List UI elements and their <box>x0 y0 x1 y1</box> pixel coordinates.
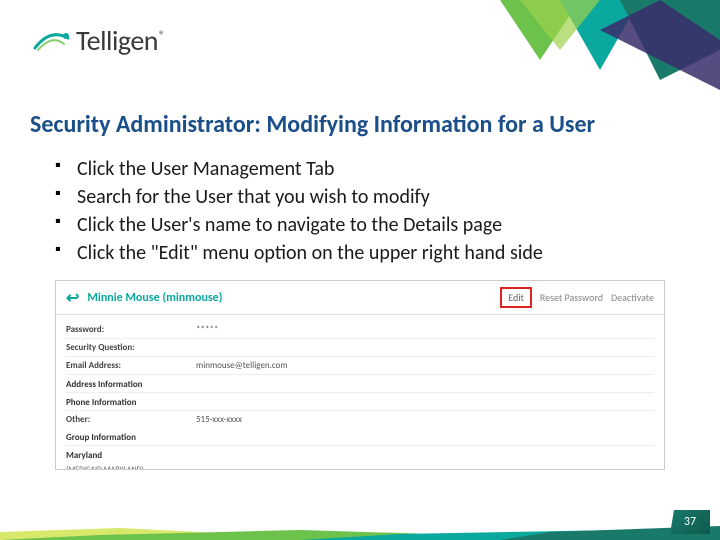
embedded-screenshot: ↩ Minnie Mouse (minmouse) Edit Reset Pas… <box>55 280 665 470</box>
phone-section: Phone Information <box>66 393 654 411</box>
security-question-label: Security Question: <box>66 342 196 353</box>
back-arrow-icon[interactable]: ↩ <box>66 288 79 308</box>
other-label: Other: <box>66 414 196 425</box>
corner-graphic <box>460 0 720 100</box>
address-section: Address Information <box>66 375 654 393</box>
group-section: Group Information <box>66 428 654 446</box>
list-item: Click the User's name to navigate to the… <box>55 211 690 239</box>
table-row: Password: ***** <box>66 321 654 339</box>
email-label: Email Address: <box>66 360 196 371</box>
table-row: Other: 515-xxx-xxxx <box>66 411 654 428</box>
table-row: Security Question: <box>66 339 654 357</box>
deactivate-link[interactable]: Deactivate <box>611 291 654 304</box>
table-row: Email Address: minmouse@telligen.com <box>66 357 654 375</box>
bullet-list: Click the User Management Tab Search for… <box>55 155 690 267</box>
detail-header: ↩ Minnie Mouse (minmouse) Edit Reset Pas… <box>56 281 664 315</box>
page-number: 37 <box>670 510 710 534</box>
security-question-value <box>196 342 654 353</box>
bottom-graphic <box>0 520 720 540</box>
list-item: Search for the User that you wish to mod… <box>55 183 690 211</box>
password-value: ***** <box>196 324 654 335</box>
slide-title: Security Administrator: Modifying Inform… <box>30 110 690 139</box>
brand-logo: Telligen® <box>30 20 165 60</box>
other-value: 515-xxx-xxxx <box>196 414 654 425</box>
state-sub: (MEDICAID MARYLAND) <box>66 463 654 470</box>
user-display-name: Minnie Mouse (minmouse) <box>87 291 492 305</box>
email-value: minmouse@telligen.com <box>196 360 654 371</box>
password-label: Password: <box>66 324 196 335</box>
detail-body: Password: ***** Security Question: Email… <box>56 315 664 470</box>
action-menu: Edit Reset Password Deactivate <box>500 287 654 308</box>
list-item: Click the "Edit" menu option on the uppe… <box>55 239 690 267</box>
state-label: Maryland <box>66 446 654 463</box>
reset-password-link[interactable]: Reset Password <box>540 291 603 304</box>
edit-link[interactable]: Edit <box>500 287 532 308</box>
logo-text: Telligen® <box>76 23 165 58</box>
list-item: Click the User Management Tab <box>55 155 690 183</box>
logo-swoosh-icon <box>30 20 70 60</box>
